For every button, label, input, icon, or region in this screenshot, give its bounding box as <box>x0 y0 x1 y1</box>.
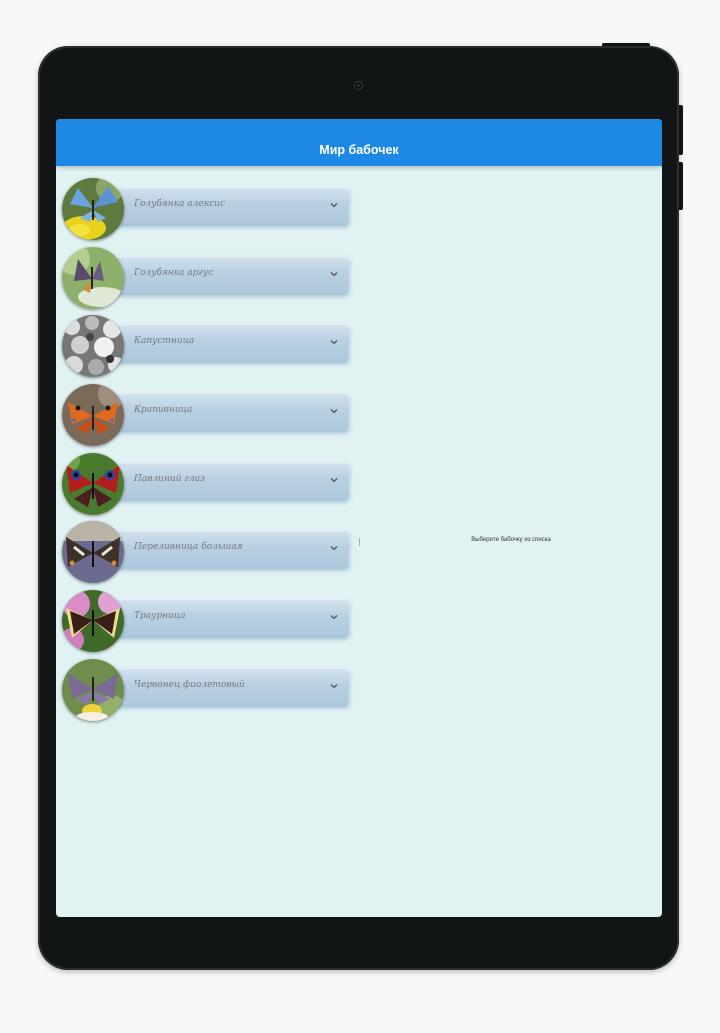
front-camera-icon <box>354 81 363 90</box>
list-item[interactable]: Капустница <box>56 313 356 382</box>
butterfly-name: Павлиний глаз <box>134 473 205 484</box>
butterfly-name: Капустница <box>134 336 195 347</box>
expand-chevron-icon[interactable] <box>329 475 339 485</box>
list-item[interactable]: Переливница большая <box>56 519 356 588</box>
expand-chevron-icon[interactable] <box>329 406 339 416</box>
app-screen: Мир бабочек Голубянка алексис Голубянка … <box>56 119 662 917</box>
butterfly-name: Червонец фиолетовый <box>134 679 245 690</box>
butterfly-card[interactable]: Червонец фиолетовый <box>111 667 349 705</box>
list-item[interactable]: Голубянка алексис <box>56 176 356 245</box>
expand-chevron-icon[interactable] <box>329 681 339 691</box>
butterfly-card[interactable]: Крапивница <box>111 393 349 431</box>
detail-placeholder-text: Выберите бабочку из списка <box>471 537 551 543</box>
butterfly-list: Голубянка алексис Голубянка аргус Капуст… <box>56 176 356 726</box>
list-item[interactable]: Траурница <box>56 588 356 657</box>
list-item[interactable]: Червонец фиолетовый <box>56 657 356 726</box>
butterfly-card[interactable]: Голубянка аргус <box>111 255 349 293</box>
butterfly-photo <box>62 590 124 653</box>
butterfly-name: Траурница <box>134 611 186 622</box>
expand-chevron-icon[interactable] <box>329 200 339 210</box>
list-item[interactable]: Голубянка аргус <box>56 245 356 314</box>
list-item[interactable]: Крапивница <box>56 382 356 451</box>
butterfly-name: Голубянка алексис <box>134 199 225 209</box>
butterfly-card[interactable]: Капустница <box>111 324 349 362</box>
expand-chevron-icon[interactable] <box>329 269 339 279</box>
expand-chevron-icon[interactable] <box>329 543 339 553</box>
butterfly-photo <box>62 452 124 515</box>
butterfly-photo <box>62 315 124 378</box>
expand-chevron-icon[interactable] <box>329 612 339 622</box>
app-title: Мир бабочек <box>319 142 399 157</box>
butterfly-card[interactable]: Траурница <box>111 599 349 637</box>
butterfly-name: Переливница большая <box>134 542 243 553</box>
butterfly-photo <box>62 521 124 584</box>
butterfly-name: Крапивница <box>134 405 193 416</box>
list-item[interactable]: Павлиний глаз <box>56 451 356 520</box>
butterfly-photo <box>62 246 124 309</box>
app-bar: Мир бабочек <box>56 119 662 166</box>
butterfly-photo <box>62 178 124 240</box>
butterfly-card[interactable]: Переливница большая <box>111 530 349 568</box>
expand-chevron-icon[interactable] <box>329 337 339 347</box>
butterfly-photo <box>62 658 124 721</box>
butterfly-card[interactable]: Голубянка алексис <box>111 187 349 224</box>
butterfly-card[interactable]: Павлиний глаз <box>111 461 349 499</box>
butterfly-name: Голубянка аргус <box>134 267 214 278</box>
butterfly-photo <box>62 384 124 447</box>
